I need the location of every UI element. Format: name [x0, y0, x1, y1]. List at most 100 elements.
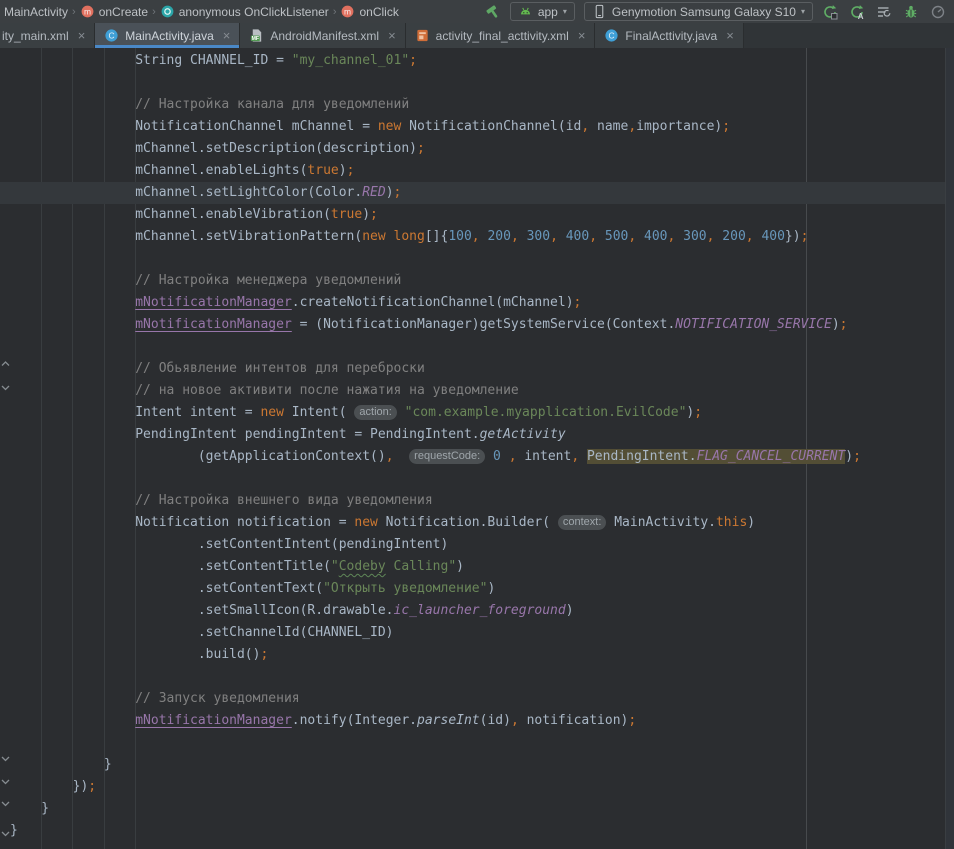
chevron-down-icon: ▾ — [801, 8, 805, 16]
profiler-icon — [930, 4, 946, 20]
code-line[interactable]: NotificationChannel mChannel = new Notif… — [0, 116, 954, 138]
editor-tab[interactable]: MF AndroidManifest.xml × — [240, 23, 405, 48]
code-line[interactable]: .setChannelId(CHANNEL_ID) — [0, 622, 954, 644]
breadcrumb-separator: › — [333, 6, 337, 18]
breadcrumb-label: MainActivity — [4, 5, 68, 19]
code-line[interactable] — [0, 336, 954, 358]
code-line[interactable]: // Настройка менеджера уведомлений — [0, 270, 954, 292]
svg-text:MF: MF — [252, 36, 259, 42]
fold-marker-icon[interactable] — [1, 800, 11, 808]
editor-scrollbar[interactable] — [945, 48, 954, 849]
code-line[interactable]: .setContentTitle("Codeby Calling") — [0, 556, 954, 578]
breadcrumb-label: onClick — [359, 5, 398, 19]
device-selector-label: Genymotion Samsung Galaxy S10 — [612, 5, 796, 19]
apply-code-changes-button[interactable] — [876, 4, 892, 20]
breadcrumb-label: anonymous OnClickListener — [179, 5, 329, 19]
code-line[interactable]: } — [0, 820, 954, 842]
code-line[interactable]: mChannel.enableVibration(true); — [0, 204, 954, 226]
manifest-file-icon: MF — [249, 28, 264, 43]
editor-tab[interactable]: activity_final_acttivity.xml × — [406, 23, 596, 48]
svg-text:m: m — [84, 7, 91, 17]
code-line[interactable]: mChannel.setLightColor(Color.RED); — [0, 182, 954, 204]
code-line[interactable]: mChannel.setDescription(description); — [0, 138, 954, 160]
code-line[interactable]: // Обьявление интентов для переброски — [0, 358, 954, 380]
breadcrumb: MainActivity › m onCreate › anonymous OnClick… — [2, 4, 401, 19]
code-line[interactable]: } — [0, 798, 954, 820]
editor-tab[interactable]: ity_main.xml× — [0, 23, 95, 48]
code-line[interactable]: mChannel.setVibrationPattern(new long[]{… — [0, 226, 954, 248]
phone-icon — [592, 4, 607, 19]
code-line[interactable] — [0, 72, 954, 94]
svg-text:A: A — [858, 12, 864, 20]
method-icon: m — [80, 4, 95, 19]
fold-marker-icon[interactable] — [1, 778, 11, 786]
android-icon — [518, 4, 533, 19]
main-toolbar: MainActivity › m onCreate › anonymous OnClick… — [0, 0, 954, 23]
code-line[interactable]: }); — [0, 776, 954, 798]
code-line[interactable]: // на новое активити после нажатия на ув… — [0, 380, 954, 402]
code-line[interactable]: // Настройка внешнего вида уведомления — [0, 490, 954, 512]
code-line[interactable]: Notification notification = new Notifica… — [0, 512, 954, 534]
code-line[interactable] — [0, 732, 954, 754]
breadcrumb-item[interactable]: MainActivity — [2, 5, 70, 19]
java-class-icon: C — [604, 28, 619, 43]
anonymous-class-icon — [160, 4, 175, 19]
code-line[interactable]: String CHANNEL_ID = "my_channel_01"; — [0, 50, 954, 72]
editor-tab[interactable]: CMainActivity.java× — [95, 23, 240, 48]
fold-marker-icon[interactable] — [1, 755, 11, 763]
close-icon[interactable]: × — [78, 29, 86, 42]
rerun-button[interactable] — [822, 4, 838, 20]
code-line[interactable]: (getApplicationContext(), requestCode: 0… — [0, 446, 954, 468]
method-icon: m — [340, 4, 355, 19]
device-selector[interactable]: Genymotion Samsung Galaxy S10 ▾ — [584, 2, 813, 21]
editor-tab[interactable]: C FinalActtivity.java × — [595, 23, 743, 48]
code-line[interactable] — [0, 666, 954, 688]
debug-icon — [903, 4, 919, 20]
profiler-button[interactable] — [930, 4, 946, 20]
close-icon[interactable]: × — [578, 29, 586, 42]
close-icon[interactable]: × — [726, 29, 734, 42]
code-line[interactable]: mNotificationManager = (NotificationMana… — [0, 314, 954, 336]
breadcrumb-separator: › — [152, 6, 156, 18]
apply-changes-button[interactable]: A — [849, 4, 865, 20]
code-line[interactable]: .build(); — [0, 644, 954, 666]
code-line[interactable]: } — [0, 754, 954, 776]
code-line[interactable]: Intent intent = new Intent( action: "com… — [0, 402, 954, 424]
code-lines: String CHANNEL_ID = "my_channel_01"; // … — [0, 50, 954, 842]
breadcrumb-item[interactable]: anonymous OnClickListener — [158, 4, 331, 19]
toolbar-actions: A — [822, 4, 946, 20]
run-config-selector[interactable]: app ▾ — [510, 2, 575, 21]
code-line[interactable]: mNotificationManager.createNotificationC… — [0, 292, 954, 314]
run-config-label: app — [538, 5, 558, 19]
svg-text:m: m — [344, 7, 351, 17]
editor-gutter — [0, 48, 12, 849]
code-line[interactable]: .setSmallIcon(R.drawable.ic_launcher_for… — [0, 600, 954, 622]
fold-marker-icon[interactable] — [1, 360, 11, 368]
build-button[interactable] — [485, 4, 501, 20]
code-line[interactable] — [0, 248, 954, 270]
hammer-icon — [485, 4, 501, 20]
breadcrumb-label: onCreate — [99, 5, 148, 19]
code-line[interactable]: PendingIntent pendingIntent = PendingInt… — [0, 424, 954, 446]
tab-label: activity_final_acttivity.xml — [436, 29, 569, 43]
code-line[interactable]: .setContentIntent(pendingIntent) — [0, 534, 954, 556]
svg-text:C: C — [609, 31, 615, 41]
code-line[interactable]: mNotificationManager.notify(Integer.pars… — [0, 710, 954, 732]
code-line[interactable]: // Настройка канала для уведомлений — [0, 94, 954, 116]
svg-text:C: C — [109, 31, 115, 41]
code-line[interactable]: .setContentText("Открыть уведомление") — [0, 578, 954, 600]
breadcrumb-item[interactable]: m onCreate — [78, 4, 150, 19]
fold-marker-icon[interactable] — [1, 384, 11, 392]
editor-tab-bar: ity_main.xml×CMainActivity.java× MF Androi… — [0, 23, 954, 48]
close-icon[interactable]: × — [388, 29, 396, 42]
breadcrumb-item[interactable]: m onClick — [338, 4, 400, 19]
code-line[interactable]: // Запуск уведомления — [0, 688, 954, 710]
tab-label: AndroidManifest.xml — [270, 29, 379, 43]
close-icon[interactable]: × — [223, 29, 231, 42]
code-editor: String CHANNEL_ID = "my_channel_01"; // … — [0, 48, 954, 849]
fold-marker-icon[interactable] — [1, 830, 11, 838]
code-line[interactable]: mChannel.enableLights(true); — [0, 160, 954, 182]
debug-button[interactable] — [903, 4, 919, 20]
tab-label: FinalActtivity.java — [625, 29, 717, 43]
code-line[interactable] — [0, 468, 954, 490]
